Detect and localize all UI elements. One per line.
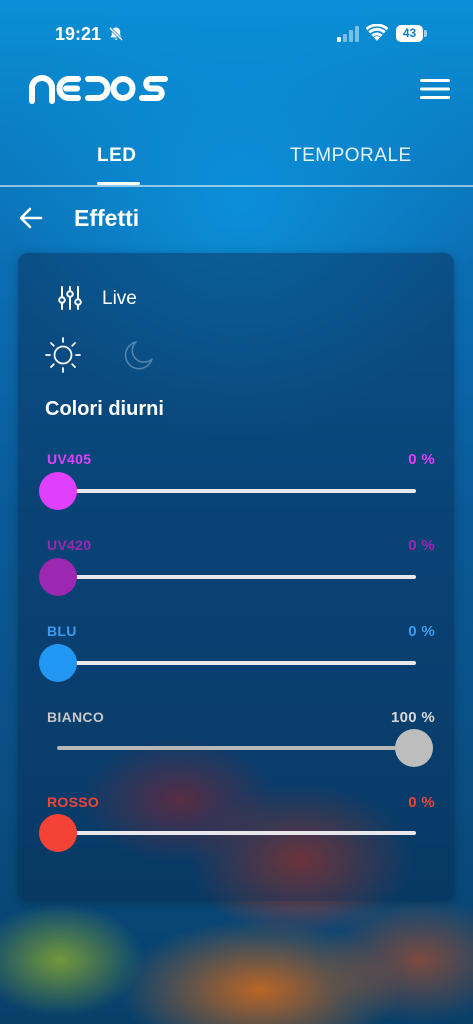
bell-muted-icon [108, 26, 124, 42]
status-bar: 19:21 43 [0, 0, 473, 62]
tab-divider [0, 185, 473, 187]
battery-tip [424, 30, 427, 37]
channel-label: BLU [47, 623, 77, 639]
nedos-logo [29, 75, 168, 104]
page-title: Effetti [74, 205, 140, 231]
slider-track[interactable] [57, 746, 416, 750]
slider-thumb[interactable] [39, 472, 77, 510]
sliders-icon [58, 286, 82, 310]
slider-thumb[interactable] [39, 814, 77, 852]
slider-track[interactable] [57, 661, 416, 665]
tab-temporale[interactable]: TEMPORALE [290, 145, 412, 167]
slider-thumb[interactable] [395, 729, 433, 767]
channel-label: UV420 [47, 537, 92, 553]
moon-icon[interactable] [122, 338, 156, 372]
arrow-left-icon[interactable] [18, 205, 44, 231]
slider-thumb[interactable] [39, 644, 77, 682]
live-label: Live [102, 288, 137, 309]
slider-track[interactable] [57, 489, 416, 493]
battery-indicator: 43 [396, 25, 428, 42]
slider-thumb[interactable] [39, 558, 77, 596]
tab-led[interactable]: LED [97, 145, 137, 167]
channel-value: 0 % [408, 451, 435, 468]
sun-icon[interactable] [44, 336, 82, 374]
channel-label: UV405 [47, 451, 92, 467]
status-time: 19:21 [55, 24, 102, 44]
channel-value: 0 % [408, 537, 435, 554]
channel-label: ROSSO [47, 794, 100, 810]
channel-value: 0 % [408, 794, 435, 811]
hamburger-menu-icon[interactable] [420, 78, 450, 100]
channel-label: BIANCO [47, 709, 105, 725]
section-title: Colori diurni [45, 398, 164, 420]
wifi-icon [366, 24, 388, 41]
slider-track[interactable] [57, 831, 416, 835]
cellular-signal-icon [337, 26, 359, 42]
channel-value: 0 % [408, 623, 435, 640]
slider-track[interactable] [57, 575, 416, 579]
channel-value: 100 % [390, 709, 435, 726]
battery-level: 43 [396, 25, 423, 42]
